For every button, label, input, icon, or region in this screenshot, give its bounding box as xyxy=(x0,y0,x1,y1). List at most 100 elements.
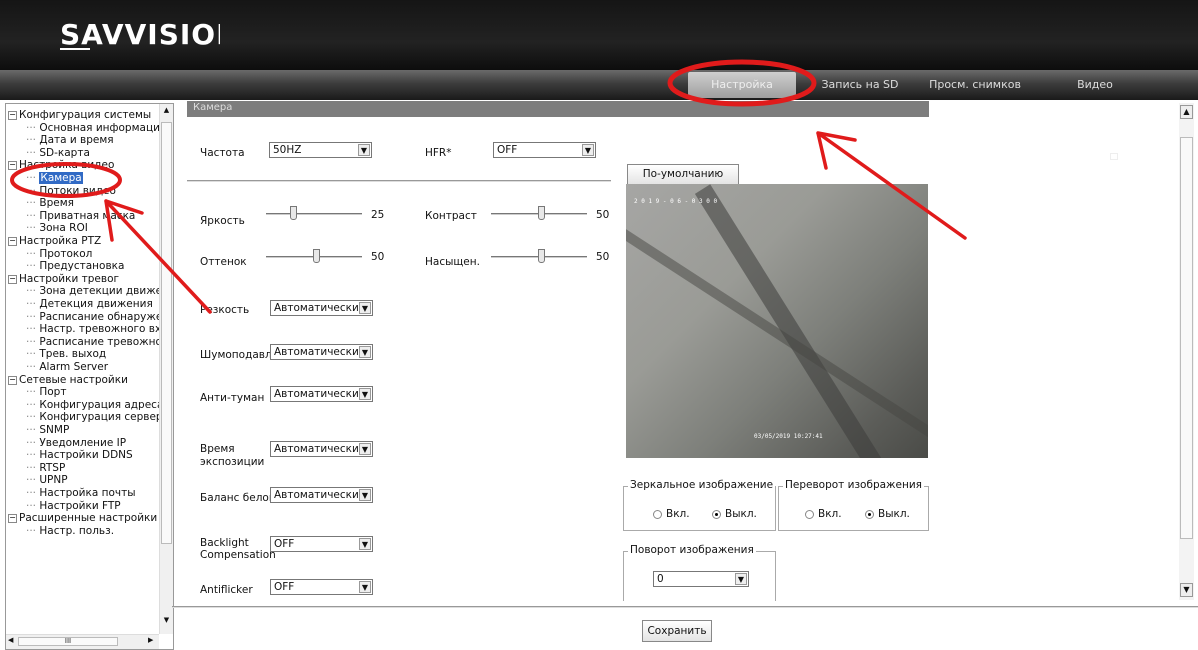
tree-item[interactable]: ··· Настр. польз. xyxy=(26,525,114,537)
tree-connector: ··· xyxy=(26,499,40,512)
tree-vertical-scrollbar[interactable]: ▲ ▼ xyxy=(159,104,173,634)
tree-item[interactable]: ··· SD-карта xyxy=(26,147,90,159)
tree-item[interactable]: ··· Зона детекции движения xyxy=(26,285,173,297)
tree-collapse-icon[interactable]: − xyxy=(8,237,17,246)
exposure-label-line2: экспозиции xyxy=(200,456,265,468)
brightness-slider[interactable] xyxy=(266,206,362,220)
scroll-right-icon[interactable]: ▶ xyxy=(148,636,153,644)
scroll-down-icon[interactable]: ▼ xyxy=(1180,583,1193,597)
tree-item[interactable]: ··· Конфигурация адреса IP xyxy=(26,399,173,411)
flip-on-radio[interactable]: Вкл. xyxy=(805,508,842,520)
tree-group[interactable]: − Настройка PTZ xyxy=(6,235,101,247)
tree-item-label: Уведомление IP xyxy=(39,436,127,449)
tree-group[interactable]: − Настройка видео xyxy=(6,159,114,171)
slider-thumb[interactable] xyxy=(538,249,545,263)
tree-connector: ··· xyxy=(26,411,40,424)
tree-item[interactable]: ··· Дата и время xyxy=(26,134,114,146)
tree-group[interactable]: − Сетевые настройки xyxy=(6,374,128,386)
tree-item[interactable]: ··· Расписание обнаружения xyxy=(26,311,173,323)
contrast-slider[interactable] xyxy=(491,206,587,220)
tree-item[interactable]: ··· Alarm Server xyxy=(26,361,108,373)
tree-item[interactable]: ··· Приватная маска xyxy=(26,210,135,222)
tree-item[interactable]: ··· Порт xyxy=(26,386,66,398)
tree-item[interactable]: ··· Детекция движения xyxy=(26,298,153,310)
tree-item[interactable]: ··· Предустановка xyxy=(26,260,124,272)
antiflicker-label: Antiflicker xyxy=(200,584,253,596)
chevron-down-icon: ▼ xyxy=(359,346,371,358)
osd-timestamp: 03/05/2019 10:27:41 xyxy=(754,433,823,440)
scroll-up-icon[interactable]: ▲ xyxy=(161,106,172,118)
tree-item[interactable]: ··· SNMP xyxy=(26,424,69,436)
save-button[interactable]: Сохранить xyxy=(642,620,712,642)
tree-item[interactable]: ··· Основная информация xyxy=(26,122,166,134)
tree-item[interactable]: ··· Потоки видео xyxy=(26,185,116,197)
tree-collapse-icon[interactable]: − xyxy=(8,161,17,171)
flip-on-label: Вкл. xyxy=(818,508,842,520)
chevron-down-icon: ▼ xyxy=(359,581,371,593)
tree-collapse-icon[interactable]: − xyxy=(8,375,17,385)
tree-item[interactable]: ··· Камера xyxy=(26,172,83,184)
nav-tab-snapshots[interactable]: Просм. снимков xyxy=(920,70,1030,100)
sharpness-select[interactable]: Автоматически ▼ xyxy=(270,300,373,316)
hue-slider[interactable] xyxy=(266,249,362,263)
content-scroll-thumb[interactable] xyxy=(1180,137,1193,539)
tree-item-label: Время xyxy=(39,197,74,210)
tree-item[interactable]: ··· Настройки DDNS xyxy=(26,449,133,461)
antifog-value: Автоматически xyxy=(274,388,359,400)
slider-thumb[interactable] xyxy=(538,206,545,220)
content-vertical-scrollbar[interactable]: ▲ ▼ xyxy=(1179,103,1194,600)
tree-item[interactable]: ··· Трев. выход xyxy=(26,348,106,360)
mirror-off-radio[interactable]: Выкл. xyxy=(712,508,757,520)
frequency-select[interactable]: 50HZ ▼ xyxy=(269,142,372,158)
tree-item[interactable]: ··· Настройки FTP xyxy=(26,500,121,512)
preview-ceiling-beam xyxy=(626,225,928,453)
tree-group[interactable]: − Конфигурация системы xyxy=(6,109,151,121)
radio-icon xyxy=(805,509,814,519)
tree-collapse-icon[interactable]: − xyxy=(8,514,17,524)
tree-collapse-icon[interactable]: − xyxy=(8,274,17,284)
nav-tab-settings[interactable]: Настройка xyxy=(688,72,796,98)
tree-item[interactable]: ··· Настройка почты xyxy=(26,487,136,499)
slider-thumb[interactable] xyxy=(290,206,297,220)
tree-item[interactable]: ··· Конфигурация сервера xyxy=(26,411,169,423)
saturation-slider[interactable] xyxy=(491,249,587,263)
scroll-up-icon[interactable]: ▲ xyxy=(1180,105,1193,119)
exposure-select[interactable]: Автоматически ▼ xyxy=(270,441,373,457)
mirror-on-radio[interactable]: Вкл. xyxy=(653,508,690,520)
flip-off-radio[interactable]: Выкл. xyxy=(865,508,910,520)
tree-group[interactable]: − Настройки тревог xyxy=(6,273,119,285)
tree-item[interactable]: ··· Время xyxy=(26,197,74,209)
tree-item[interactable]: ··· Протокол xyxy=(26,248,92,260)
settings-tree: ··· Настр. польз. − Расширенные настройки ·… xyxy=(5,103,174,650)
camera-preview: 2 0 1 9 - 0 6 - 0 3 0 0 03/05/2019 10:27… xyxy=(626,184,928,458)
scroll-down-icon[interactable]: ▼ xyxy=(161,616,172,628)
antifog-select[interactable]: Автоматически ▼ xyxy=(270,386,373,402)
hfr-select[interactable]: OFF ▼ xyxy=(493,142,596,158)
backlight-select[interactable]: OFF ▼ xyxy=(270,536,373,552)
white-balance-select[interactable]: Автоматически ▼ xyxy=(270,487,373,503)
tree-scroll-thumb[interactable] xyxy=(161,122,172,544)
default-button[interactable]: По-умолчанию xyxy=(627,164,739,184)
antiflicker-select[interactable]: OFF ▼ xyxy=(270,579,373,595)
tree-item[interactable]: ··· Расписание тревожного xyxy=(26,336,173,348)
nav-tab-sd-record[interactable]: Запись на SD xyxy=(815,70,905,100)
tree-hscroll-thumb[interactable]: III xyxy=(18,637,118,646)
radio-icon xyxy=(653,509,662,519)
tree-item-label: Настройка почты xyxy=(39,487,136,499)
saturation-label: Насыщен. xyxy=(425,256,480,268)
tree-group[interactable]: − Расширенные настройки xyxy=(6,512,157,524)
tree-collapse-icon[interactable]: − xyxy=(8,111,17,120)
noise-reduction-select[interactable]: Автоматически ▼ xyxy=(270,344,373,360)
rotation-select[interactable]: 0 ▼ xyxy=(653,571,749,587)
tree-item[interactable]: ··· RTSP xyxy=(26,462,65,474)
tree-item[interactable]: ··· UPNP xyxy=(26,474,68,486)
tree-item-label: Приватная маска xyxy=(39,209,136,222)
tree-connector: ··· xyxy=(26,209,40,222)
nav-tab-video[interactable]: Видео xyxy=(1060,70,1130,100)
slider-thumb[interactable] xyxy=(313,249,320,263)
tree-item[interactable]: ··· Зона ROI xyxy=(26,222,88,234)
tree-item[interactable]: ··· Настр. тревожного входа xyxy=(26,323,173,335)
tree-horizontal-scrollbar[interactable]: ◀ III ▶ xyxy=(6,634,159,649)
scroll-left-icon[interactable]: ◀ xyxy=(8,636,13,644)
tree-item[interactable]: ··· Уведомление IP xyxy=(26,437,126,449)
